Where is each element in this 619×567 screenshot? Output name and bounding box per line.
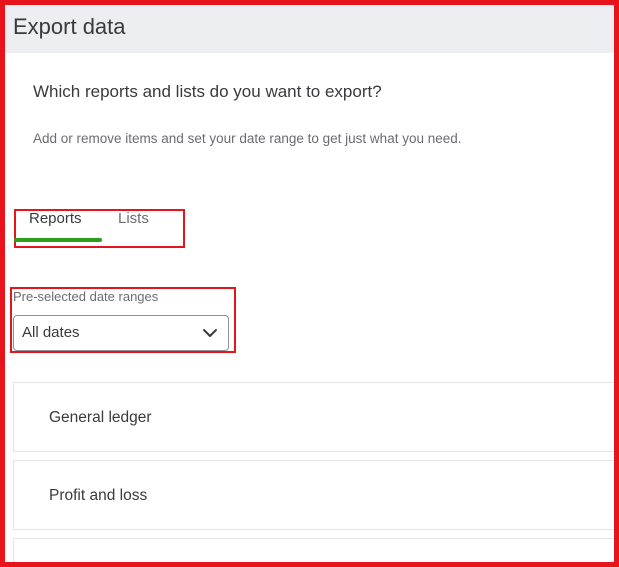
chevron-down-icon xyxy=(203,329,217,337)
active-tab-indicator xyxy=(14,238,102,242)
page-title: Export data xyxy=(13,14,126,39)
report-row-general-ledger[interactable]: General ledger xyxy=(13,382,614,452)
report-row-label: Profit and loss xyxy=(49,487,148,504)
page-header: Export data xyxy=(5,5,614,53)
tab-lists[interactable]: Lists xyxy=(118,210,149,227)
export-question-heading: Which reports and lists do you want to e… xyxy=(33,82,382,101)
date-range-select[interactable]: All dates xyxy=(13,315,229,351)
date-range-selected-value: All dates xyxy=(22,324,80,341)
export-subtitle: Add or remove items and set your date ra… xyxy=(33,131,462,146)
report-row-partial[interactable] xyxy=(13,538,614,562)
export-data-panel: Export data Which reports and lists do y… xyxy=(0,0,619,567)
report-row-profit-and-loss[interactable]: Profit and loss xyxy=(13,460,614,530)
tab-reports[interactable]: Reports xyxy=(29,210,82,227)
date-range-label: Pre-selected date ranges xyxy=(13,289,159,304)
report-row-label: General ledger xyxy=(49,409,152,426)
